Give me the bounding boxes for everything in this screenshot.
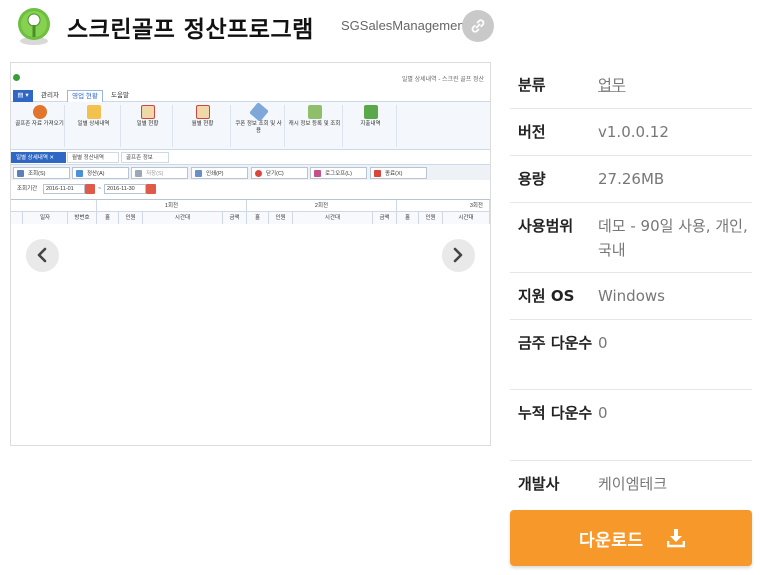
chevron-right-icon — [453, 247, 463, 263]
info-row-size: 용량 27.26MB — [510, 156, 752, 203]
screenshot-toolbar: 조회(S) 정산(A) 저장(S) 인쇄(P) 닫기(C) 로그오프(L) 종료… — [11, 164, 490, 180]
tb-close: 닫기(C) — [251, 167, 308, 179]
round-header-2: 2회전 — [247, 200, 397, 212]
os-value: Windows — [598, 287, 665, 305]
info-key: 금주 다운수 — [518, 334, 593, 352]
info-key: 누적 다운수 — [518, 404, 593, 422]
calendar-icon — [85, 184, 95, 194]
tb-print: 인쇄(P) — [191, 167, 248, 179]
ribbon-button-cash: 캐시 정보 등록 및 조회 — [287, 105, 343, 147]
info-row-usage: 사용범위 데모 - 90일 사용, 개인, 국내 — [510, 203, 752, 273]
carousel-prev-button[interactable] — [26, 239, 59, 272]
col-time: 시간대 — [143, 212, 223, 224]
date-from: 2016-11-01 — [43, 184, 85, 194]
settlement-grid: 1회전 2회전 3회전 일자 방번호 홀 인원 시간대 금액 홀 인원 시간대 … — [11, 199, 490, 231]
download-label: 다운로드 — [579, 531, 644, 551]
app-identifier: SGSalesManagement — [341, 18, 469, 33]
round-header-3: 3회전 — [397, 200, 490, 212]
tb-exit: 종료(X) — [370, 167, 427, 179]
period-label: 조회기간 — [17, 186, 38, 192]
col-amount: 금액 — [223, 212, 247, 224]
program-screenshot: 일별 상세내역 - 스크린 골프 정산 ▤ ▾ 관리자 영업 현황 도움말 골프… — [11, 63, 490, 445]
ribbon-button-daily-detail: 일별 상세내역 — [67, 105, 121, 147]
screenshot-titlebar: 일별 상세내역 - 스크린 골프 정산 — [11, 71, 490, 87]
doc-tab-golfzon: 골프존 정보 — [121, 152, 169, 163]
col-amount: 금액 — [373, 212, 397, 224]
info-key: 버전 — [518, 123, 546, 141]
grid-spacer — [11, 200, 97, 212]
app-title: 스크린골프 정산프로그램 — [67, 17, 314, 43]
col-time: 시간대 — [293, 212, 373, 224]
grid-round-header: 1회전 2회전 3회전 — [11, 200, 490, 212]
col-hole: 홀 — [397, 212, 419, 224]
grid-row-indicator — [11, 212, 23, 224]
period-filter: 조회기간 2016-11-01 ~ 2016-11-30 — [11, 182, 490, 196]
ribbon-button-expense: 지출내역 — [345, 105, 397, 147]
col-people: 인원 — [119, 212, 143, 224]
ribbon-tab-bar: ▤ ▾ 관리자 영업 현황 도움말 — [11, 90, 490, 102]
ribbon-button-coupon: 쿠폰 정보 조회 및 사용 — [233, 102, 285, 147]
tb-logoff: 로그오프(L) — [310, 167, 367, 179]
ribbon-button-monthly-status: 월별 현황 — [175, 105, 231, 147]
share-link-button[interactable] — [462, 10, 494, 42]
calendar-icon — [146, 184, 156, 194]
carousel-next-button[interactable] — [442, 239, 475, 272]
ribbon-panel: 골프존 자료 가져오기 일별 상세내역 일별 현황 월별 현황 쿠폰 정보 조회… — [11, 102, 490, 150]
document-tabs: 일별 상세내역 ✕ 월별 정산내역 골프존 정보 — [11, 152, 490, 163]
ribbon-button-daily-status: 일별 현황 — [123, 105, 173, 147]
info-row-os: 지원 OS Windows — [510, 273, 752, 320]
screenshot-carousel: 일별 상세내역 - 스크린 골프 정산 ▤ ▾ 관리자 영업 현황 도움말 골프… — [10, 62, 491, 446]
screenshot-window-title: 일별 상세내역 - 스크린 골프 정산 — [401, 77, 484, 83]
total-downloads-value: 0 — [598, 404, 608, 422]
info-row-total-downloads: 누적 다운수 0 — [510, 390, 752, 461]
ribbon-button-import: 골프존 자료 가져오기 — [15, 105, 65, 147]
download-button[interactable]: 다운로드 — [510, 510, 752, 566]
doc-tab-monthly: 월별 정산내역 — [67, 152, 119, 163]
grid-column-header: 일자 방번호 홀 인원 시간대 금액 홀 인원 시간대 금액 홀 인원 시간대 — [11, 212, 490, 224]
col-hole: 홀 — [247, 212, 269, 224]
info-row-version: 버전 v1.0.0.12 — [510, 109, 752, 156]
info-key: 분류 — [518, 76, 546, 94]
info-key: 지원 OS — [518, 287, 575, 305]
app-logo — [14, 6, 54, 46]
size-value: 27.26MB — [598, 170, 665, 188]
col-hole: 홀 — [97, 212, 119, 224]
download-icon — [667, 529, 685, 548]
info-row-category: 분류 업무 — [510, 62, 752, 109]
category-link[interactable]: 업무 — [598, 73, 752, 97]
col-room: 방번호 — [68, 212, 97, 224]
ribbon-tab-admin: 관리자 — [41, 92, 59, 99]
doc-tab-daily-detail: 일별 상세내역 ✕ — [11, 152, 66, 163]
app-info-table: 분류 업무 버전 v1.0.0.12 용량 27.26MB 사용범위 데모 - … — [510, 62, 752, 508]
col-date: 일자 — [23, 212, 68, 224]
col-time: 시간대 — [443, 212, 490, 224]
window-app-icon — [13, 74, 20, 81]
date-to: 2016-11-30 — [104, 184, 146, 194]
info-row-weekly-downloads: 금주 다운수 0 — [510, 320, 752, 390]
weekly-downloads-value: 0 — [598, 334, 608, 352]
col-people: 인원 — [419, 212, 443, 224]
ribbon-tab-help: 도움말 — [111, 92, 129, 99]
chevron-left-icon — [37, 247, 47, 263]
version-value: v1.0.0.12 — [598, 123, 669, 141]
round-header-1: 1회전 — [97, 200, 247, 212]
link-icon — [471, 19, 485, 33]
info-key: 사용범위 — [518, 217, 574, 235]
info-row-developer: 개발사 케이엠테크 — [510, 461, 752, 508]
tb-save: 저장(S) — [131, 167, 188, 179]
ribbon-tab-sales: 영업 현황 — [67, 90, 103, 102]
developer-value: 케이엠테크 — [598, 475, 668, 493]
info-key: 용량 — [518, 170, 546, 188]
info-key: 개발사 — [518, 475, 560, 493]
ribbon-file-menu: ▤ ▾ — [13, 90, 33, 102]
tb-search: 조회(S) — [13, 167, 70, 179]
tb-settle: 정산(A) — [72, 167, 129, 179]
usage-value: 데모 - 90일 사용, 개인, 국내 — [598, 217, 748, 259]
col-people: 인원 — [269, 212, 293, 224]
